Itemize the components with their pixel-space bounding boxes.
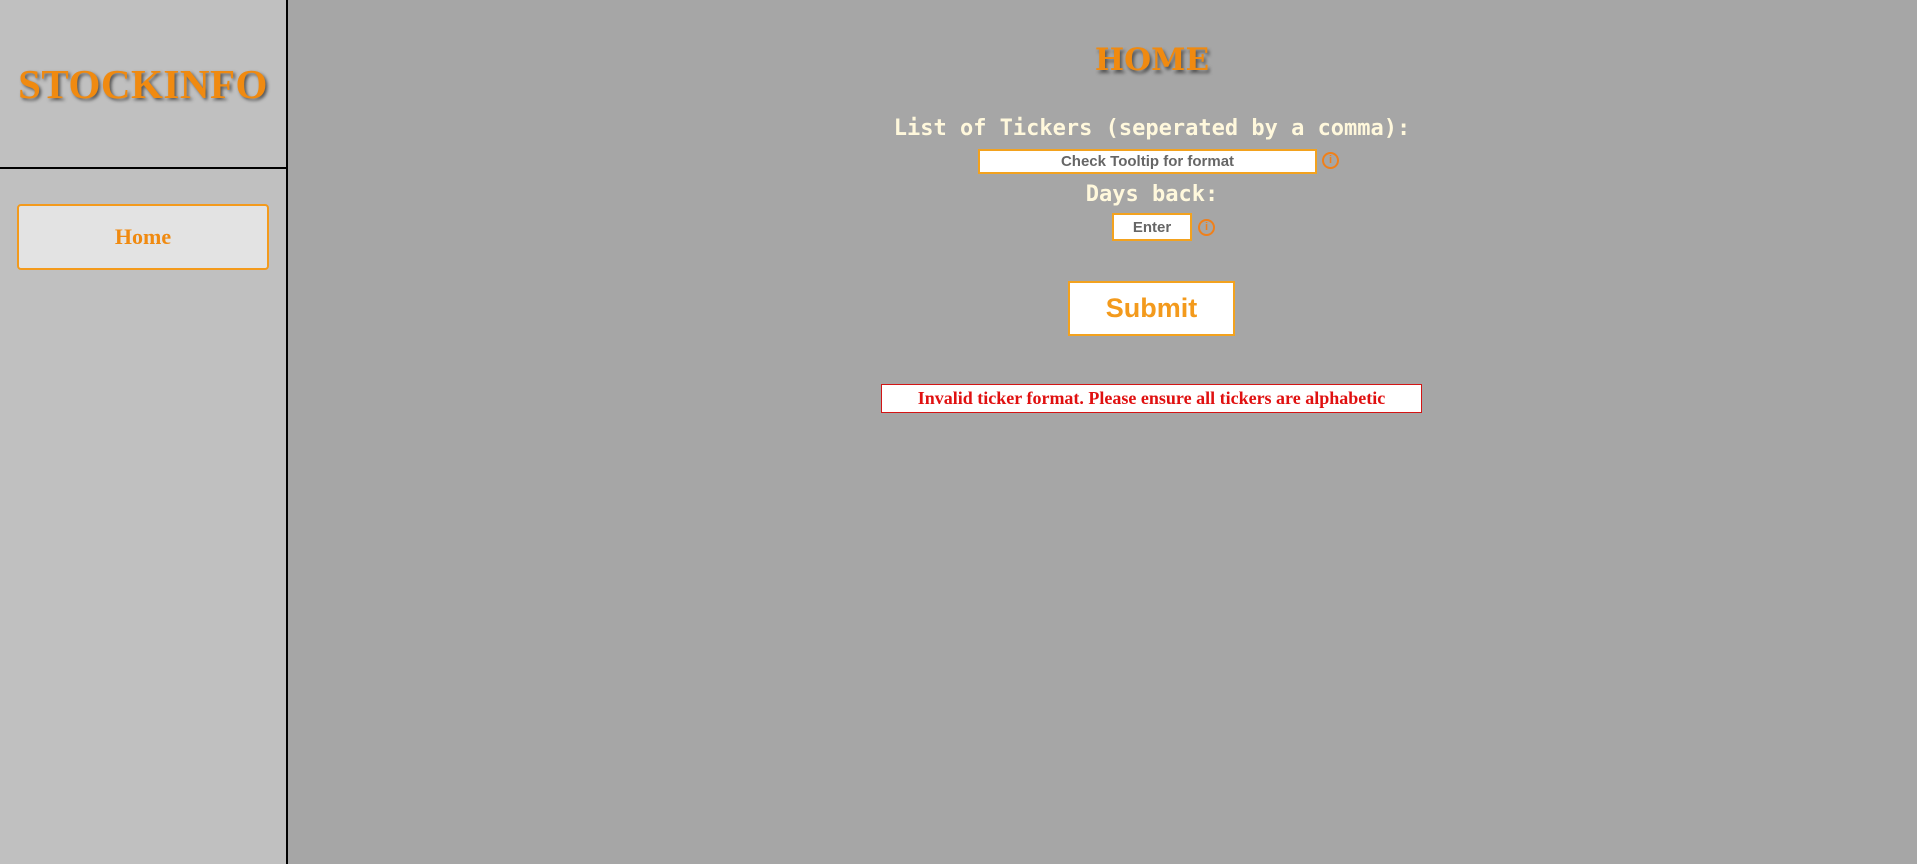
sidebar-item-home[interactable]: Home [17,204,269,270]
sidebar: STOCKINFO Home [0,0,288,864]
tickers-label: List of Tickers (seperated by a comma): [893,116,1411,141]
brand-title: STOCKINFO [18,60,268,107]
main-content: HOME List of Tickers (seperated by a com… [288,0,1917,864]
tickers-info-icon[interactable]: i [1322,152,1339,169]
error-message: Invalid ticker format. Please ensure all… [881,384,1422,413]
submit-button[interactable]: Submit [1068,281,1235,336]
tickers-input[interactable] [978,149,1317,174]
page-title: HOME [1094,42,1210,78]
brand-area: STOCKINFO [0,0,286,169]
days-back-input[interactable] [1112,213,1192,241]
days-back-info-icon[interactable]: i [1198,219,1215,236]
days-back-label: Days back: [1085,182,1219,207]
